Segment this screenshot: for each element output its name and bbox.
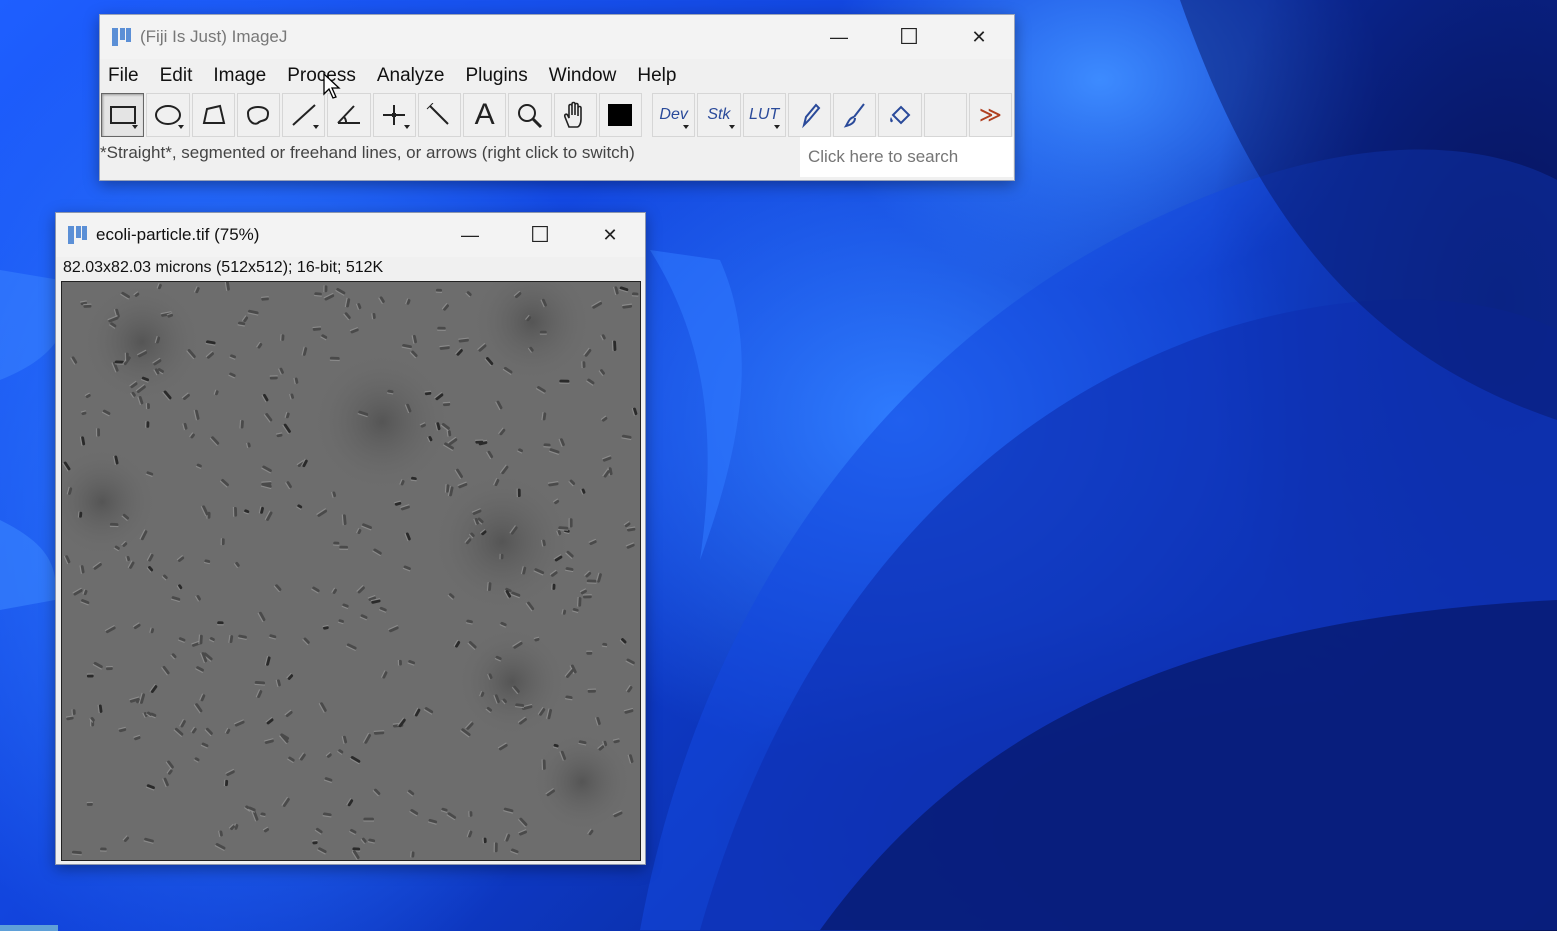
image-maximize-button[interactable]: ☐ [505,213,575,257]
image-minimize-button[interactable]: — [435,213,505,257]
minimize-icon: — [830,26,848,47]
straight-line-tool[interactable] [282,93,326,137]
menu-file[interactable]: File [108,65,139,87]
oval-tool[interactable] [146,93,190,137]
text-tool[interactable]: A [463,93,507,137]
maximize-icon: ☐ [899,24,919,49]
color-swatch-icon [608,104,633,126]
menu-help[interactable]: Help [637,65,676,87]
polygon-icon [202,104,226,124]
main-titlebar[interactable]: (Fiji Is Just) ImageJ — ☐ ✕ [100,15,1014,59]
menu-window[interactable]: Window [549,65,617,87]
brush-icon [843,103,865,128]
image-close-button[interactable]: ✕ [575,213,645,257]
angle-icon [337,105,360,124]
image-canvas[interactable] [61,281,641,861]
point-tool[interactable] [372,93,416,137]
image-window: ecoli-particle.tif (75%) — ☐ ✕ 82.03x82.… [55,212,646,865]
lut-menu-button[interactable]: LUT [742,93,786,137]
dev-menu-button[interactable]: Dev [652,93,696,137]
tool-bar: A Dev Stk LUT ≫ [100,93,1014,137]
imagej-main-window: (Fiji Is Just) ImageJ — ☐ ✕ File Edit Im… [99,14,1015,181]
wand-tool[interactable] [417,93,461,137]
text-icon: A [474,98,495,131]
fiji-app-icon [112,28,132,46]
pencil-tool[interactable] [787,93,831,137]
lut-label: LUT [749,106,780,123]
minimize-icon: — [461,224,479,245]
brush-tool[interactable] [833,93,877,137]
empty-tool-slot [923,93,967,137]
color-picker-tool[interactable] [598,93,642,137]
status-row: *Straight*, segmented or freehand lines,… [100,137,1014,177]
search-input[interactable] [800,137,1013,177]
menu-image[interactable]: Image [213,65,266,87]
more-tools-button[interactable]: ≫ [968,93,1012,137]
status-text: *Straight*, segmented or freehand lines,… [100,143,635,162]
taskbar-indicator [0,925,58,931]
mouse-cursor-icon [323,72,341,99]
maximize-icon: ☐ [530,222,550,247]
minimize-button[interactable]: — [804,15,874,59]
close-icon: ✕ [602,224,618,245]
hand-icon [564,101,582,128]
menu-bar: File Edit Image Process Analyze Plugins … [100,59,1014,93]
stk-menu-button[interactable]: Stk [697,93,741,137]
freehand-icon [247,106,270,125]
menu-analyze[interactable]: Analyze [377,65,445,87]
stk-label: Stk [707,106,731,123]
microscopy-image [62,282,640,860]
image-window-title: ecoli-particle.tif (75%) [96,225,260,244]
flood-fill-tool[interactable] [878,93,922,137]
maximize-button[interactable]: ☐ [874,15,944,59]
freehand-tool[interactable] [236,93,280,137]
scroll-tool[interactable] [553,93,597,137]
double-chevron-right-icon: ≫ [978,102,1002,127]
dev-label: Dev [659,106,688,123]
pencil-icon [802,103,821,129]
line-icon [291,104,316,126]
fiji-app-icon [68,226,88,244]
close-icon: ✕ [971,26,987,47]
oval-icon [154,105,181,125]
flood-fill-icon [890,105,911,125]
image-info-line: 82.03x82.03 microns (512x512); 16-bit; 5… [63,259,384,276]
menu-edit[interactable]: Edit [160,65,193,87]
image-titlebar[interactable]: ecoli-particle.tif (75%) — ☐ ✕ [56,213,645,257]
crosshair-icon [383,105,406,125]
rectangle-icon [109,106,136,124]
close-button[interactable]: ✕ [944,15,1014,59]
polygon-tool[interactable] [191,93,235,137]
menu-plugins[interactable]: Plugins [465,65,527,87]
magnifier-icon [517,104,542,128]
wand-icon [427,103,450,125]
main-window-title: (Fiji Is Just) ImageJ [140,27,288,46]
rectangle-tool[interactable] [101,93,145,137]
magnifier-tool[interactable] [508,93,552,137]
